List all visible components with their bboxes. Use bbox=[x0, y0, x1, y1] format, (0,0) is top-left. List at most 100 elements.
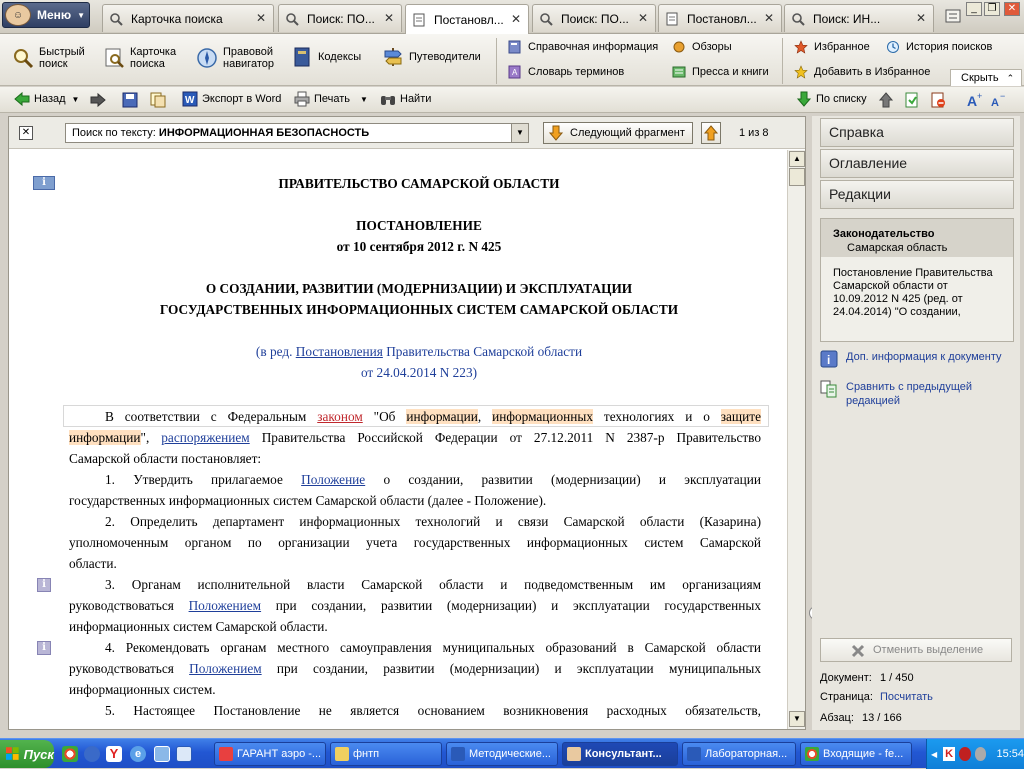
arrow-up-icon[interactable] bbox=[878, 92, 894, 108]
chrome-quicklaunch-icon[interactable] bbox=[62, 746, 78, 762]
desktop-quicklaunch-icon[interactable] bbox=[154, 746, 170, 762]
search-card-button[interactable]: Карточка поиска bbox=[103, 46, 176, 70]
search-card-icon bbox=[105, 48, 124, 68]
page-stat-label: Страница: bbox=[820, 691, 873, 703]
contents-section[interactable]: Оглавление bbox=[820, 149, 1014, 178]
tabs-menu-icon[interactable] bbox=[944, 7, 962, 25]
kaspersky-icon[interactable]: K bbox=[943, 747, 955, 761]
close-icon[interactable]: ✕ bbox=[913, 11, 929, 27]
compare-editions-link[interactable]: Сравнить с предыдущей редакцией bbox=[820, 380, 996, 408]
close-icon[interactable]: ✕ bbox=[381, 11, 397, 27]
next-fragment-button[interactable]: Следующий фрагмент bbox=[543, 122, 693, 144]
quick-search-button[interactable]: Быстрый поиск bbox=[12, 46, 85, 70]
zoom-in-text-icon[interactable]: A + bbox=[966, 92, 984, 108]
search-query-field[interactable]: Поиск по тексту: ИНФОРМАЦИОННАЯ БЕЗОПАСН… bbox=[65, 123, 529, 143]
hide-ribbon-button[interactable]: Скрыть ⌃ bbox=[950, 69, 1022, 86]
antivirus-icon[interactable] bbox=[958, 747, 971, 761]
close-icon[interactable]: ✕ bbox=[253, 11, 269, 27]
network-icon[interactable] bbox=[974, 747, 987, 761]
arrow-right-icon[interactable] bbox=[90, 92, 106, 108]
menu-button[interactable]: ☺ Меню ▼ bbox=[2, 2, 90, 28]
restore-button[interactable]: ❐ bbox=[984, 2, 1000, 16]
print-button[interactable]: Печать ▼ bbox=[294, 91, 368, 107]
tray-expand-icon[interactable]: ◀ bbox=[931, 750, 937, 759]
save-icon[interactable] bbox=[122, 92, 138, 108]
legal-navigator-button[interactable]: Правовой навигатор bbox=[196, 46, 274, 70]
search-history-button[interactable]: История поисков bbox=[886, 40, 992, 54]
help-section[interactable]: Справка bbox=[820, 118, 1014, 147]
codes-button[interactable]: Кодексы bbox=[291, 46, 361, 68]
document-green-icon[interactable] bbox=[904, 92, 920, 108]
text: 4. Рекомендовать органам местного самоуп… bbox=[105, 640, 761, 655]
info-icon: i bbox=[820, 350, 838, 368]
history-icon bbox=[887, 41, 899, 53]
close-icon[interactable]: ✕ bbox=[761, 11, 777, 27]
scroll-thumb[interactable] bbox=[789, 168, 805, 186]
revision-link[interactable]: Постановления bbox=[296, 344, 383, 359]
add-favorites-button[interactable]: Добавить в Избранное bbox=[794, 65, 930, 79]
close-icon[interactable]: ✕ bbox=[508, 12, 524, 28]
tab-search-2[interactable]: Поиск: ПО... ✕ bbox=[532, 4, 656, 32]
cancel-selection-button[interactable]: Отменить выделение bbox=[820, 638, 1012, 662]
reference-info-button[interactable]: Справочная информация bbox=[508, 40, 658, 54]
minimize-button[interactable]: _ bbox=[966, 2, 982, 16]
editions-section[interactable]: Редакции bbox=[820, 180, 1014, 209]
add-favorites-label: Добавить в Избранное bbox=[814, 66, 931, 78]
close-window-button[interactable]: ✕ bbox=[1004, 2, 1020, 16]
extra-info-link[interactable]: i Доп. информация к документу bbox=[820, 350, 1002, 368]
info-icon[interactable]: i bbox=[37, 578, 51, 592]
decree-link[interactable]: распоряжением bbox=[161, 430, 249, 445]
regulation-link[interactable]: Положением bbox=[189, 598, 262, 613]
explorer-quicklaunch-icon[interactable] bbox=[176, 746, 192, 762]
back-button[interactable]: Назад ▼ bbox=[14, 91, 79, 107]
taskbar-item-consultant[interactable]: Консультант... bbox=[562, 742, 678, 766]
glossary-button[interactable]: A Словарь терминов bbox=[508, 65, 624, 79]
org-name: ПРАВИТЕЛЬСТВО САМАРСКОЙ ОБЛАСТИ bbox=[278, 176, 560, 191]
media-player-quicklaunch-icon[interactable] bbox=[84, 746, 100, 762]
paragraph-4: 4. Рекомендовать органам местного самоуп… bbox=[69, 637, 761, 700]
tab-document-active[interactable]: Постановл... ✕ bbox=[405, 4, 529, 34]
start-button[interactable]: Пуск bbox=[0, 740, 54, 768]
tab-search-card[interactable]: Карточка поиска ✕ bbox=[102, 4, 274, 32]
reviews-button[interactable]: Обзоры bbox=[672, 40, 732, 54]
close-search-button[interactable]: ✕ bbox=[19, 126, 33, 140]
info-icon[interactable]: i bbox=[37, 641, 51, 655]
magnifier-icon bbox=[110, 12, 123, 26]
scroll-down-button[interactable]: ▼ bbox=[789, 711, 805, 727]
taskbar-item-lab[interactable]: Лабораторная... bbox=[682, 742, 796, 766]
regulation-link[interactable]: Положение bbox=[301, 472, 365, 487]
vertical-scrollbar[interactable]: ▲ ▼ bbox=[787, 150, 805, 729]
search-dropdown-button[interactable]: ▼ bbox=[511, 124, 528, 142]
chevron-down-icon[interactable]: ▼ bbox=[360, 95, 368, 104]
taskbar-item-garant[interactable]: ГАРАНТ аэро -... bbox=[214, 742, 326, 766]
taskbar-item-methodical[interactable]: Методические... bbox=[446, 742, 558, 766]
info-icon[interactable]: i bbox=[33, 176, 55, 190]
find-button[interactable]: Найти bbox=[380, 91, 431, 107]
scroll-up-button[interactable]: ▲ bbox=[789, 151, 805, 167]
zoom-out-text-icon[interactable]: A− bbox=[990, 92, 1008, 108]
press-books-button[interactable]: Пресса и книги bbox=[672, 65, 769, 79]
law-link[interactable]: законом bbox=[317, 409, 363, 424]
taskbar-item-folder[interactable]: фнтп bbox=[330, 742, 442, 766]
guides-button[interactable]: Путеводители bbox=[382, 46, 481, 68]
yandex-quicklaunch-icon[interactable]: Y bbox=[106, 746, 122, 762]
copy-document-icon[interactable] bbox=[150, 92, 166, 108]
remove-bookmark-icon[interactable] bbox=[930, 92, 946, 108]
taskbar-item-inbox[interactable]: Входящие - fe... bbox=[800, 742, 912, 766]
close-icon[interactable]: ✕ bbox=[635, 11, 651, 27]
tab-label: Поиск: ПО... bbox=[307, 11, 375, 26]
count-pages-link[interactable]: Посчитать bbox=[880, 691, 933, 703]
ie-quicklaunch-icon[interactable]: e bbox=[130, 746, 146, 762]
tab-label: Поиск: ПО... bbox=[561, 11, 629, 26]
previous-fragment-button[interactable] bbox=[701, 122, 721, 144]
export-word-button[interactable]: W Экспорт в Word bbox=[182, 91, 281, 107]
by-list-button[interactable]: По списку bbox=[796, 91, 867, 107]
chevron-down-icon[interactable]: ▼ bbox=[72, 95, 80, 104]
tab-document-2[interactable]: Постановл... ✕ bbox=[658, 4, 782, 32]
tab-search-1[interactable]: Поиск: ПО... ✕ bbox=[278, 4, 402, 32]
regulation-link[interactable]: Положением bbox=[189, 661, 262, 676]
paragraph-preamble: В соответствии с Федеральным законом "Об… bbox=[69, 406, 761, 469]
tab-search-3[interactable]: Поиск: ИН... ✕ bbox=[784, 4, 934, 32]
search-highlight: информации bbox=[406, 409, 478, 424]
favorites-button[interactable]: Избранное bbox=[794, 40, 870, 54]
